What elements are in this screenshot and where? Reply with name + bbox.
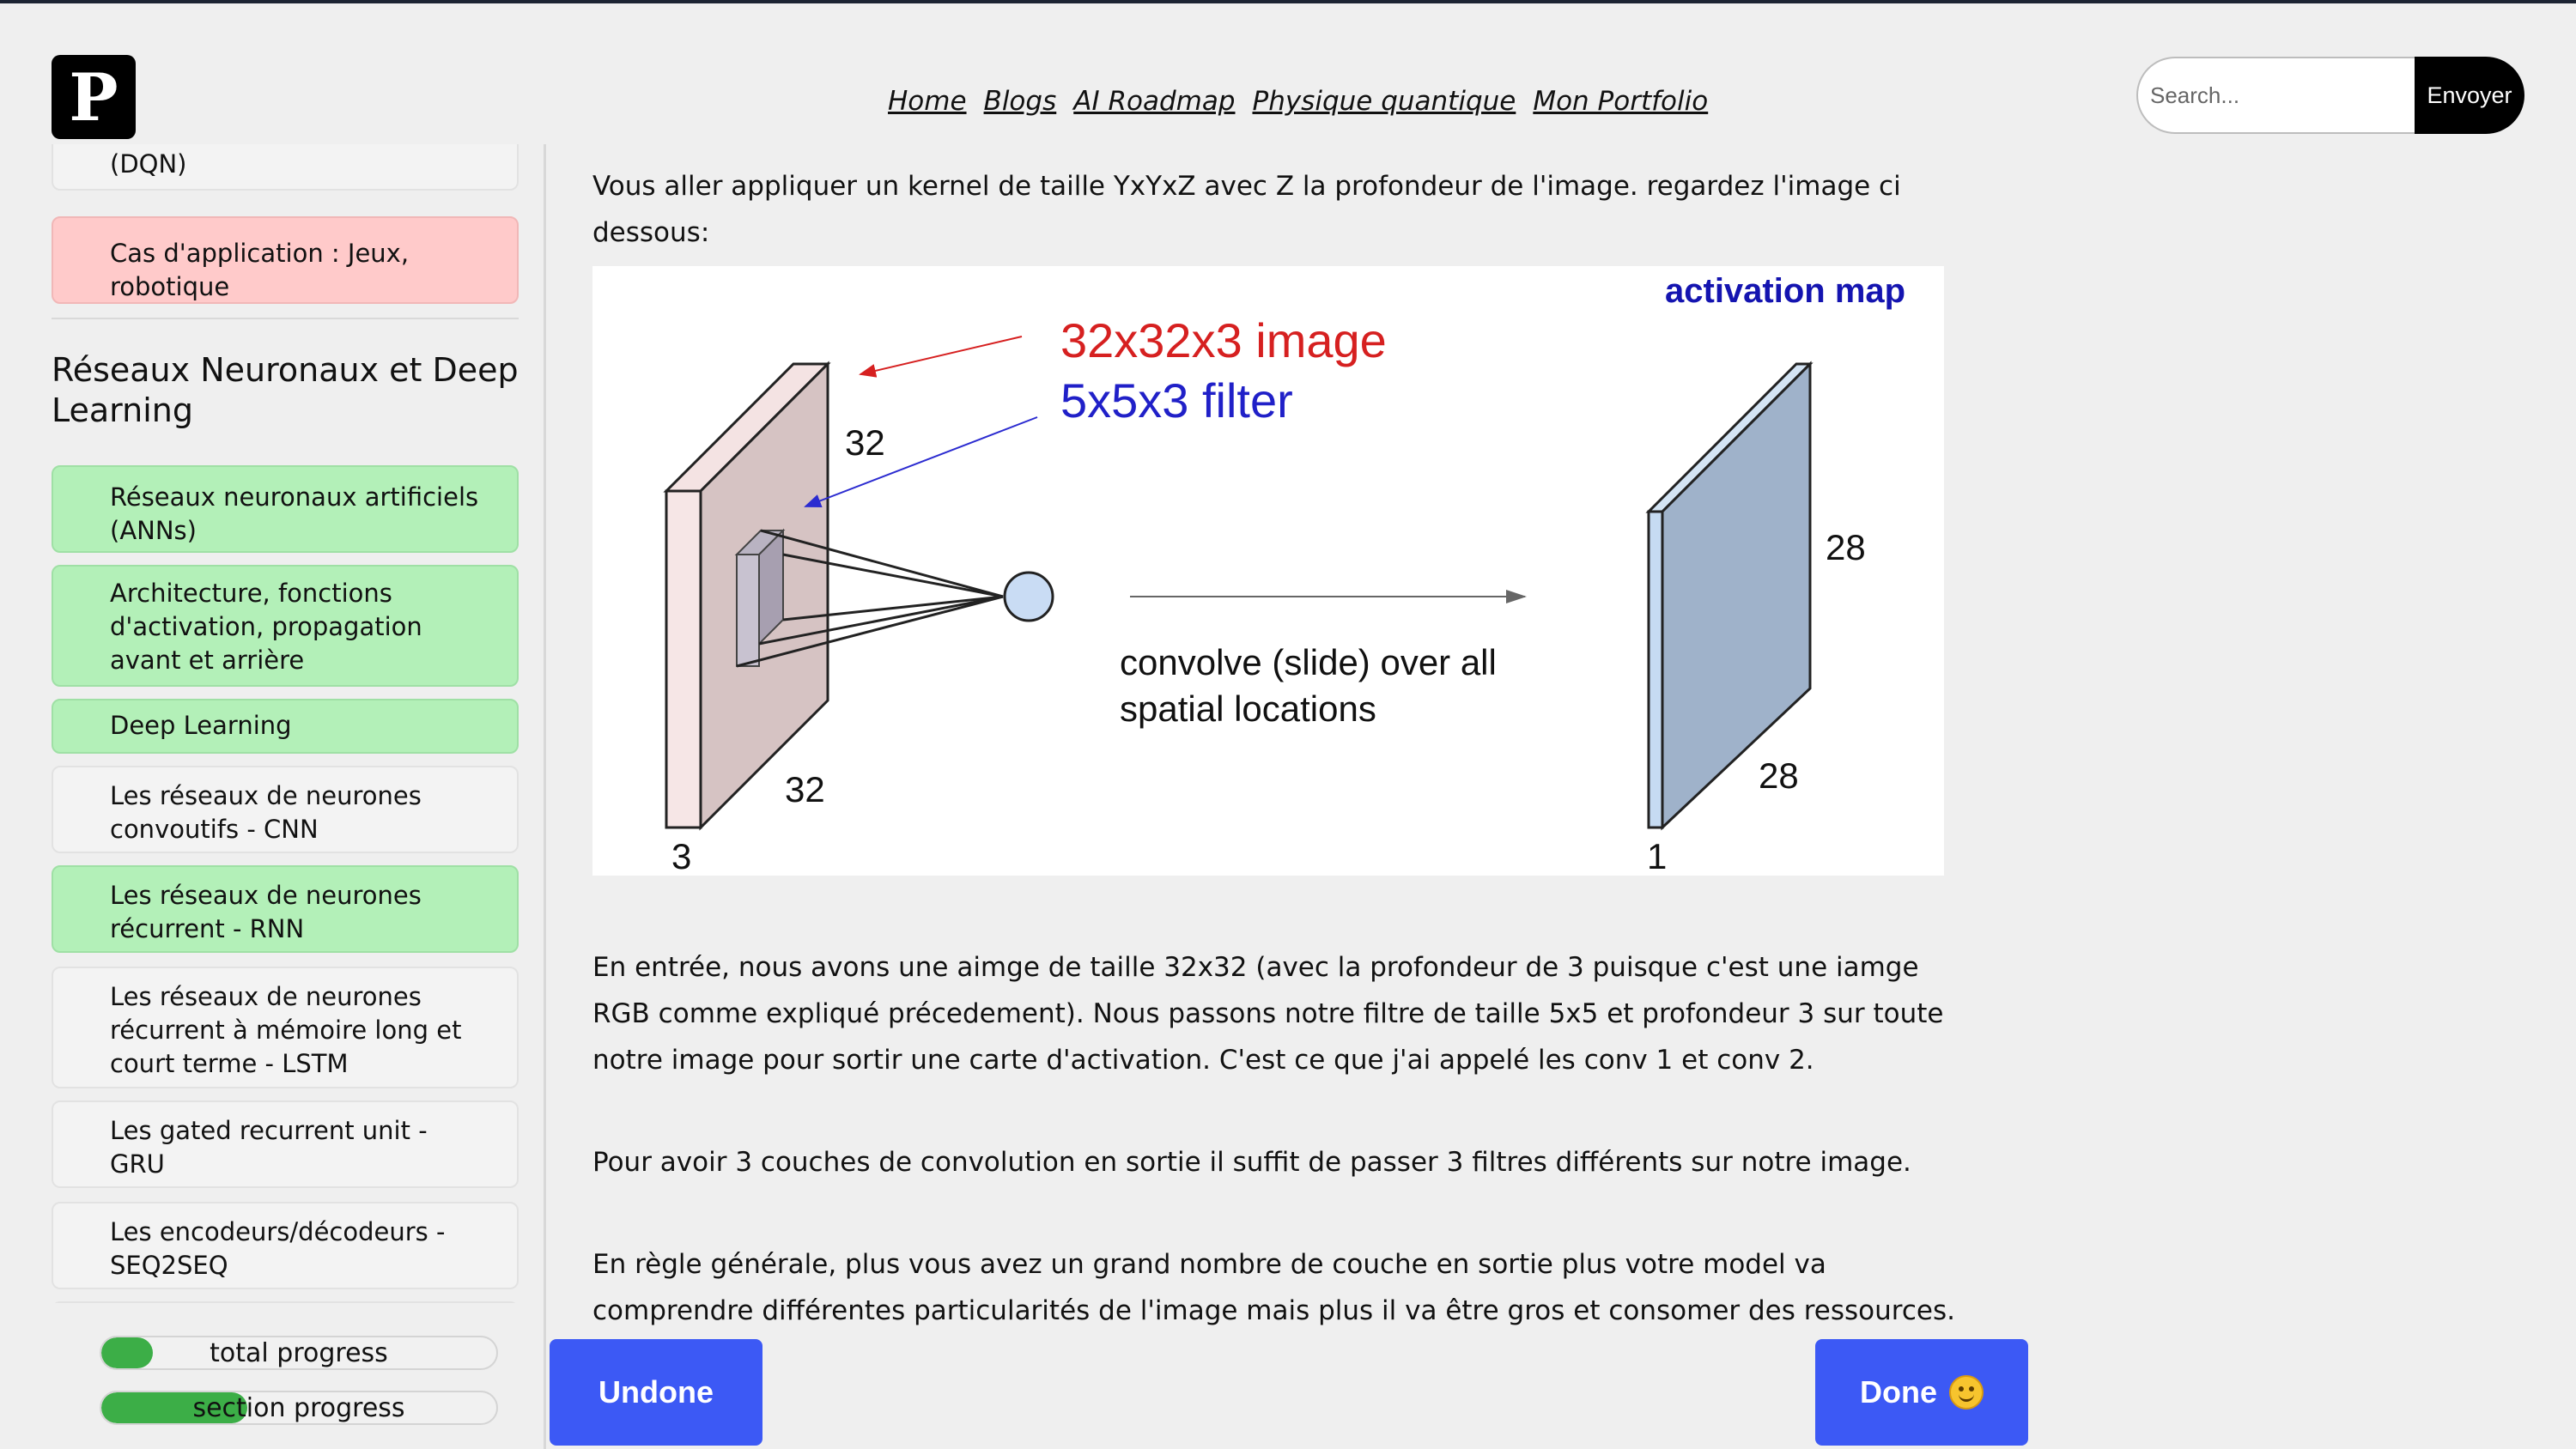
smiley-icon xyxy=(1949,1375,1984,1410)
section-progress-label: section progress xyxy=(192,1393,405,1423)
sidebar-item-seq2seq[interactable]: Les encodeurs/décodeurs - SEQ2SEQ xyxy=(52,1202,519,1289)
sidebar-section-title: Réseaux Neuronaux et Deep Learning xyxy=(52,351,519,429)
sidebar-item-dqn[interactable]: (DQN) xyxy=(52,144,519,191)
site-logo[interactable]: P xyxy=(52,55,136,139)
total-progress-label: total progress xyxy=(210,1338,388,1368)
sidebar: (DQN) Cas d'application : Jeux, robotiqu… xyxy=(0,144,546,1449)
sidebar-item-cas-application[interactable]: Cas d'application : Jeux, robotique xyxy=(52,216,519,304)
sidebar-item-label: Deep Learning xyxy=(110,711,292,740)
sidebar-item-label: Les gated recurrent unit - GRU xyxy=(110,1116,428,1179)
search-submit-button[interactable]: Envoyer xyxy=(2415,57,2524,134)
caption-line-2: spatial locations xyxy=(1120,688,1376,729)
search-bar: Envoyer xyxy=(2136,57,2524,134)
filter-arrow xyxy=(804,416,1038,507)
sidebar-item-anns[interactable]: Réseaux neuronaux artificiels (ANNs) xyxy=(52,465,519,553)
sidebar-item-label: Les réseaux de neurones récurrent à mémo… xyxy=(110,982,462,1078)
figure-label-image: 32x32x3 image xyxy=(1060,313,1387,367)
sidebar-item-label: Architecture, fonctions d'activation, pr… xyxy=(110,579,422,675)
input-depth-label: 3 xyxy=(671,836,691,876)
sidebar-item-cnn[interactable]: Les réseaux de neurones convoutifs - CNN xyxy=(52,766,519,853)
done-label: Done xyxy=(1860,1374,1937,1410)
sidebar-footer xyxy=(0,1303,544,1449)
section-progress-bar: section progress xyxy=(100,1391,498,1425)
nav-mon-portfolio[interactable]: Mon Portfolio xyxy=(1533,86,1708,120)
sidebar-item-label: Les réseaux de neurones convoutifs - CNN xyxy=(110,781,422,844)
convolution-figure: activation map 32x32x3 image 5x5x3 filte… xyxy=(592,266,1944,876)
sidebar-item-lstm[interactable]: Les réseaux de neurones récurrent à mémo… xyxy=(52,967,519,1088)
image-arrow xyxy=(859,336,1023,378)
convolution-diagram: activation map 32x32x3 image 5x5x3 filte… xyxy=(663,272,1905,876)
sidebar-item-label: (DQN) xyxy=(110,149,187,179)
output-neuron xyxy=(1003,571,1054,622)
sidebar-divider xyxy=(52,318,519,319)
search-input[interactable] xyxy=(2136,57,2415,134)
logo-letter: P xyxy=(69,58,118,136)
sidebar-item-rnn[interactable]: Les réseaux de neurones récurrent - RNN xyxy=(52,865,519,953)
sidebar-item-label: Les réseaux de neurones récurrent - RNN xyxy=(110,881,422,943)
sidebar-item-label: Les encodeurs/décodeurs - SEQ2SEQ xyxy=(110,1217,446,1280)
main-nav: Home Blogs AI Roadmap Physique quantique… xyxy=(888,86,1708,120)
caption-line-1: convolve (slide) over all xyxy=(1120,642,1497,682)
undone-button[interactable]: Undone xyxy=(550,1339,762,1446)
sidebar-item-label: Réseaux neuronaux artificiels (ANNs) xyxy=(110,482,479,545)
paragraph-3: En règle générale, plus vous avez un gra… xyxy=(592,1249,1955,1326)
input-width-label: 32 xyxy=(785,769,825,809)
nav-home[interactable]: Home xyxy=(888,86,967,120)
sidebar-item-deep-learning[interactable]: Deep Learning xyxy=(52,699,519,754)
nav-blogs[interactable]: Blogs xyxy=(984,86,1057,120)
intro-text: Vous aller appliquer un kernel de taille… xyxy=(592,171,1901,248)
undone-label: Undone xyxy=(598,1374,714,1410)
sidebar-item-gru[interactable]: Les gated recurrent unit - GRU xyxy=(52,1100,519,1188)
output-width-label: 28 xyxy=(1759,755,1799,796)
paragraph-2: Pour avoir 3 couches de convolution en s… xyxy=(592,1147,1911,1178)
sidebar-item-architecture[interactable]: Architecture, fonctions d'activation, pr… xyxy=(52,565,519,687)
figure-label-filter: 5x5x3 filter xyxy=(1060,373,1293,427)
figure-title: activation map xyxy=(1665,272,1905,310)
sidebar-item-label: Cas d'application : Jeux, robotique xyxy=(110,239,410,301)
output-depth-label: 1 xyxy=(1647,836,1667,876)
input-height-label: 32 xyxy=(845,422,885,463)
nav-physique-quantique[interactable]: Physique quantique xyxy=(1253,86,1516,120)
output-height-label: 28 xyxy=(1826,527,1866,567)
total-progress-bar: total progress xyxy=(100,1336,498,1370)
paragraph-1: En entrée, nous avons une aimge de taill… xyxy=(592,952,1944,1076)
nav-ai-roadmap[interactable]: AI Roadmap xyxy=(1073,86,1235,120)
done-button[interactable]: Done xyxy=(1815,1339,2028,1446)
